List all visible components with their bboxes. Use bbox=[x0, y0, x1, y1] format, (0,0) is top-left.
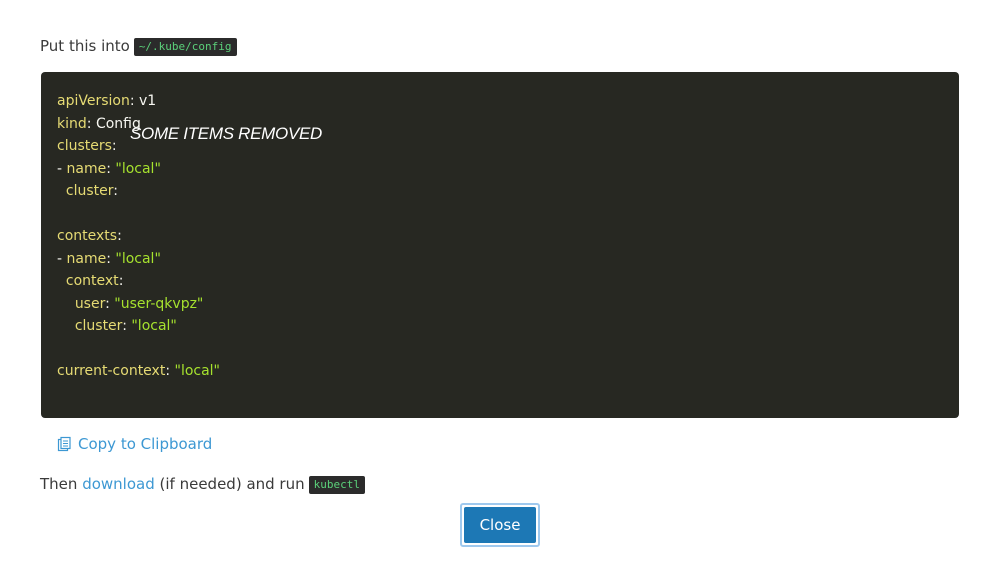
code-value: "user-qkvpz" bbox=[114, 295, 204, 312]
code-separator: : bbox=[113, 183, 118, 199]
clipboard-icon bbox=[57, 436, 71, 452]
config-path-code: ~/.kube/config bbox=[133, 38, 237, 56]
code-key: clusters bbox=[57, 138, 112, 154]
code-line: - name: "local" bbox=[57, 158, 943, 181]
then-line: Then download (if needed) and run kubectl bbox=[40, 474, 365, 494]
code-line: current-context: "local" bbox=[57, 360, 943, 383]
code-line: context: bbox=[57, 270, 943, 293]
code-value: "local" bbox=[115, 160, 161, 177]
code-key: name bbox=[66, 160, 107, 177]
code-line: contexts: bbox=[57, 225, 943, 248]
copy-to-clipboard-label: Copy to Clipboard bbox=[78, 435, 213, 453]
code-value: "local" bbox=[174, 363, 221, 379]
code-line: cluster: bbox=[57, 180, 943, 203]
code-separator: : bbox=[117, 228, 122, 244]
code-key: name bbox=[66, 250, 107, 267]
code-separator: : bbox=[165, 363, 175, 379]
code-separator: : bbox=[111, 138, 117, 154]
code-separator: : bbox=[106, 160, 116, 177]
download-link[interactable]: download bbox=[82, 475, 155, 493]
code-line: cluster: "local" bbox=[57, 315, 943, 338]
code-indent: - bbox=[57, 250, 67, 267]
close-button-label: Close bbox=[464, 507, 536, 543]
code-line: apiVersion: v1 bbox=[57, 90, 943, 113]
then-prefix: Then bbox=[40, 475, 78, 493]
code-key: user bbox=[74, 295, 106, 312]
code-indent: - bbox=[57, 160, 67, 177]
intro-text: Put this into bbox=[40, 37, 130, 55]
code-key: context bbox=[65, 273, 119, 289]
code-value: "local" bbox=[115, 250, 161, 267]
code-key: cluster bbox=[74, 318, 123, 334]
code-separator: : bbox=[106, 250, 116, 267]
kubeconfig-modal: Put this into ~/.kube/config apiVersion: … bbox=[0, 0, 1000, 571]
code-key: contexts bbox=[57, 228, 118, 244]
code-line: user: "user-qkvpz" bbox=[57, 293, 943, 316]
items-removed-note: SOME ITEMS REMOVED bbox=[130, 124, 323, 143]
code-key: kind bbox=[57, 115, 87, 132]
code-key: cluster bbox=[65, 183, 114, 199]
code-value: "local" bbox=[131, 318, 177, 334]
code-separator: : bbox=[86, 115, 96, 132]
copy-to-clipboard-link[interactable]: Copy to Clipboard bbox=[56, 435, 212, 453]
kubectl-code: kubectl bbox=[308, 476, 365, 494]
code-key: apiVersion bbox=[57, 93, 130, 109]
code-line: - name: "local" bbox=[57, 248, 943, 271]
intro-line: Put this into ~/.kube/config bbox=[40, 36, 237, 56]
code-separator: : bbox=[122, 318, 132, 334]
close-button[interactable]: Close bbox=[460, 503, 540, 547]
code-separator: : bbox=[105, 295, 115, 312]
then-middle: (if needed) and run bbox=[159, 475, 305, 493]
code-value: v1 bbox=[139, 93, 157, 109]
code-separator: : bbox=[118, 273, 124, 289]
code-key: current-context bbox=[57, 363, 166, 379]
code-separator: : bbox=[129, 93, 140, 109]
